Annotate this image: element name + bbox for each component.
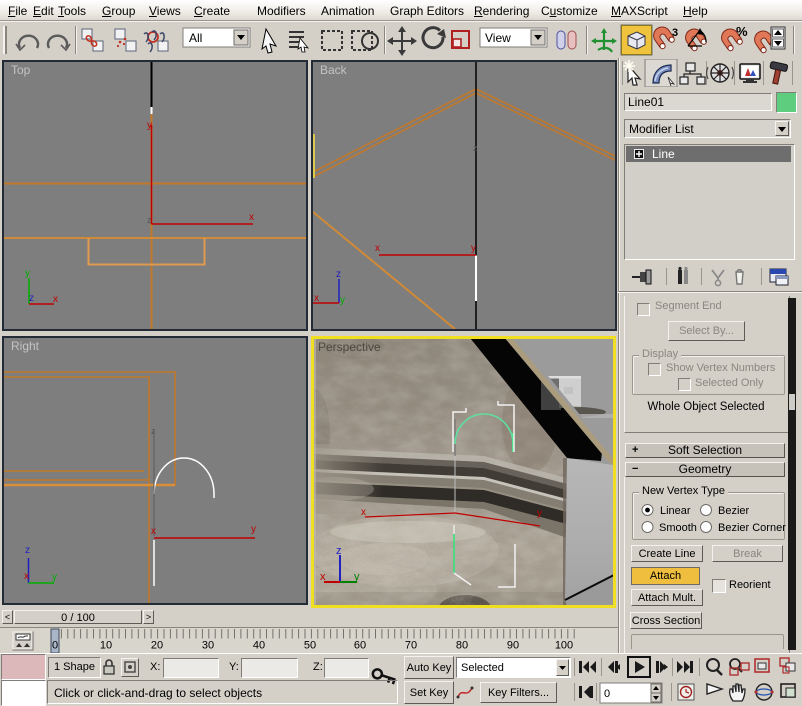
svg-text:z: z: [147, 215, 152, 225]
svg-text:z: z: [29, 293, 34, 304]
svg-text:y: y: [340, 295, 345, 306]
svg-text:0: 0: [604, 688, 610, 700]
svg-text:30: 30: [202, 640, 214, 652]
svg-text:x: x: [24, 571, 29, 582]
svg-text:x: x: [361, 507, 366, 518]
svg-text:3: 3: [672, 27, 678, 39]
svg-text:All: All: [189, 31, 202, 45]
svg-text:0: 0: [52, 640, 58, 652]
svg-text:%: %: [736, 24, 748, 39]
svg-text:z: z: [336, 269, 341, 280]
svg-text:z: z: [151, 426, 156, 436]
svg-text:y: y: [471, 243, 476, 254]
svg-text:z: z: [473, 143, 478, 153]
svg-text:60: 60: [354, 640, 366, 652]
svg-text:100: 100: [555, 640, 573, 652]
svg-text:50: 50: [304, 640, 316, 652]
svg-text:x: x: [53, 294, 58, 305]
svg-text:y: y: [52, 572, 57, 583]
svg-text:20: 20: [151, 640, 163, 652]
svg-text:y: y: [354, 571, 360, 583]
svg-text:90: 90: [507, 640, 519, 652]
svg-text:View: View: [485, 31, 511, 45]
svg-text:y: y: [25, 268, 30, 279]
svg-text:40: 40: [253, 640, 265, 652]
svg-text:y: y: [251, 524, 256, 535]
svg-text:x: x: [314, 293, 319, 304]
svg-text:x: x: [151, 526, 156, 537]
svg-text:x: x: [320, 571, 326, 583]
svg-text:x: x: [375, 243, 380, 254]
svg-text:x: x: [249, 212, 254, 223]
svg-text:70: 70: [405, 640, 417, 652]
svg-text:10: 10: [100, 640, 112, 652]
svg-text:y: y: [537, 508, 542, 519]
svg-text:z: z: [25, 545, 30, 556]
svg-text:z: z: [336, 545, 342, 557]
svg-text:80: 80: [456, 640, 468, 652]
